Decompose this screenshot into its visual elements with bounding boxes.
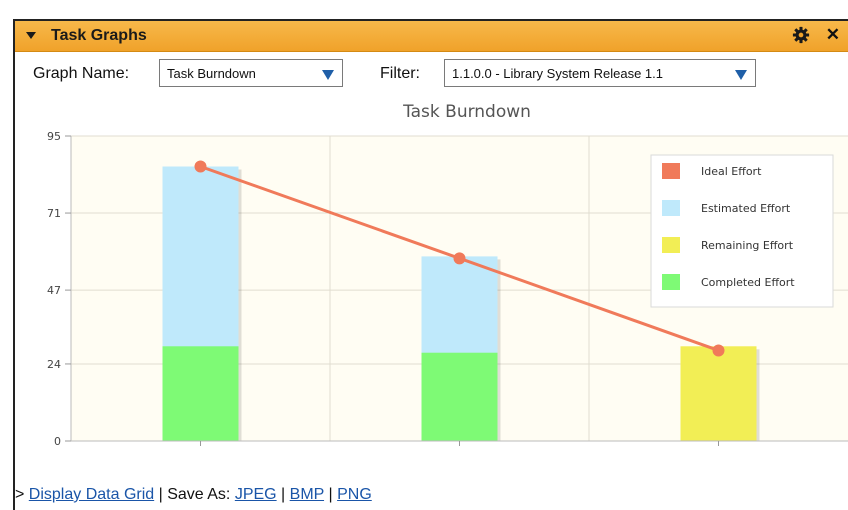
ideal-effort-point [453, 252, 466, 265]
footer-links: > Display Data Grid | Save As: JPEG | BM… [15, 486, 372, 504]
graph-name-value: Task Burndown [167, 66, 256, 81]
gear-icon[interactable] [792, 26, 810, 44]
collapse-triangle-icon[interactable] [26, 32, 36, 39]
bar-completed-effort [162, 346, 239, 441]
graph-name-select[interactable]: Task Burndown [159, 59, 343, 87]
bar-remaining-effort [680, 346, 757, 441]
legend-swatch [662, 200, 680, 216]
legend-label: Estimated Effort [701, 202, 791, 215]
graph-name-label: Graph Name: [33, 65, 130, 82]
filter-label: Filter: [380, 65, 420, 82]
filter-select[interactable]: 1.1.0.0 - Library System Release 1.1 [444, 59, 756, 87]
graph-controls: Graph Name: Task Burndown Filter: 1.1.0.… [15, 59, 848, 89]
y-tick-label: 0 [54, 435, 61, 448]
chevron-down-icon [322, 70, 334, 80]
y-axis: 0 24 47 71 95 [47, 130, 72, 448]
separator: | [324, 486, 338, 503]
panel-title: Task Graphs [51, 27, 147, 44]
legend-label: Completed Effort [701, 276, 795, 289]
x-axis: 1.1.0.0.00011.1.0.0.00021.1.0.0.0003 [71, 440, 848, 446]
legend-swatch [662, 237, 680, 253]
legend-label: Ideal Effort [701, 165, 762, 178]
save-as-label: | Save As: [154, 486, 235, 503]
save-bmp-link[interactable]: BMP [290, 486, 324, 503]
filter-value: 1.1.0.0 - Library System Release 1.1 [452, 66, 663, 81]
panel-header: Task Graphs ✕ [15, 21, 848, 52]
ideal-effort-point [712, 344, 725, 357]
save-png-link[interactable]: PNG [337, 486, 372, 503]
separator: | [276, 486, 290, 503]
y-tick-label: 95 [47, 130, 61, 143]
task-burndown-chart: Task Burndown 0 24 47 71 95 1.1.0.0.00011.1.… [47, 102, 848, 448]
footer-prefix: > [15, 486, 29, 503]
ideal-effort-point [194, 160, 207, 173]
legend: Ideal Effort Estimated Effort Remaining Ef… [650, 154, 834, 308]
legend-swatch [662, 163, 680, 179]
bar-completed-effort [421, 352, 498, 441]
y-tick-label: 71 [47, 207, 61, 220]
close-icon[interactable]: ✕ [826, 25, 840, 45]
save-jpeg-link[interactable]: JPEG [235, 486, 277, 503]
legend-swatch [662, 274, 680, 290]
legend-label: Remaining Effort [701, 239, 794, 252]
chart-title: Task Burndown [402, 102, 531, 122]
y-tick-label: 24 [47, 358, 61, 371]
chevron-down-icon [735, 70, 747, 80]
task-graphs-panel: Task Graphs ✕ Graph Name: Task Burndown … [13, 19, 848, 510]
y-tick-label: 47 [47, 284, 61, 297]
display-data-grid-link[interactable]: Display Data Grid [29, 486, 154, 503]
